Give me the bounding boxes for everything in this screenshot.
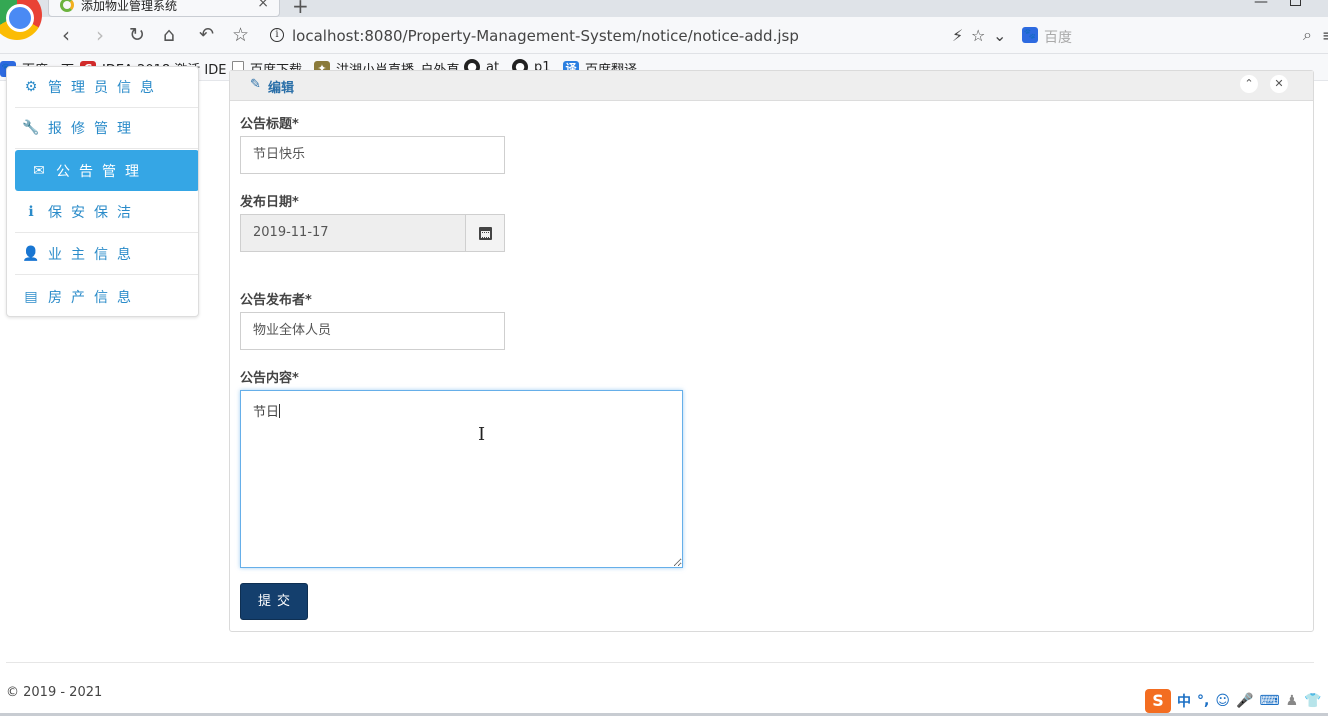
tab-close-button[interactable]: ×	[257, 0, 269, 11]
tab-favicon-icon	[60, 0, 74, 12]
address-bar[interactable]: localhost:8080/Property-Management-Syste…	[292, 27, 799, 45]
chevron-down-icon[interactable]: ⌄	[993, 26, 1006, 45]
calendar-icon	[478, 226, 492, 240]
title-input[interactable]: 节日快乐	[240, 136, 505, 174]
keyboard-icon[interactable]: ⌨	[1259, 693, 1279, 709]
envelope-icon: ✉	[33, 162, 45, 179]
home-icon[interactable]: ⌂	[163, 23, 175, 47]
browser-toolbar: ‹ › ↻ ⌂ ↶ ☆ i localhost:8080/Property-Ma…	[0, 17, 1328, 54]
sidebar-item-label: 业主信息	[48, 247, 140, 263]
baidu-search-icon: 🐾	[1022, 27, 1038, 43]
info-circle-icon: ℹ	[28, 204, 34, 220]
bookmarks-overlay	[0, 54, 1328, 81]
search-box[interactable]: 🐾 百度 ⌕	[1016, 23, 1316, 49]
footer-copyright: © 2019 - 2021	[6, 685, 103, 700]
list-icon: ▤	[24, 288, 38, 305]
sidebar-item-security[interactable]: ℹ 保安保洁	[15, 192, 198, 233]
sidebar-item-label: 房产信息	[48, 289, 140, 306]
star-bookmark-icon[interactable]: ☆	[232, 23, 249, 47]
submit-button[interactable]: 提交	[240, 583, 308, 620]
sogou-logo-icon[interactable]: S	[1145, 689, 1171, 713]
content-text: 节日	[253, 405, 280, 420]
lightning-icon[interactable]: ⚡	[952, 26, 963, 45]
sidebar-item-notice[interactable]: ✉ 公告管理	[15, 150, 198, 191]
content-textarea[interactable]: 节日	[240, 390, 683, 568]
gear-icon: ⚙	[24, 79, 38, 95]
reload-icon[interactable]: ↻	[129, 23, 145, 47]
site-info-icon[interactable]: i	[270, 28, 284, 42]
ime-toolbar: S 中 °, ☺ 🎤 ⌨ ♟ 👕	[1145, 688, 1322, 714]
window-maximize-button[interactable]	[1290, 0, 1301, 6]
settings-shirt-icon[interactable]: 👕	[1304, 693, 1321, 709]
sidebar-item-label: 保安保洁	[48, 205, 140, 221]
tab-title: 添加物业管理系统	[81, 0, 178, 13]
window-minimize-button[interactable]: —	[1254, 0, 1268, 10]
skin-icon[interactable]: ♟	[1286, 693, 1299, 709]
sidebar: ⚙ 管理员信息 🔧 报修管理 ✉ 公告管理 ℹ 保安保洁 👤 业主信息 ▤ 房产…	[6, 66, 199, 317]
content-label: 公告内容*	[240, 371, 299, 386]
undo-icon[interactable]: ↶	[199, 23, 214, 47]
sidebar-item-repair[interactable]: 🔧 报修管理	[15, 108, 198, 149]
user-icon: 👤	[22, 246, 40, 262]
forward-icon[interactable]: ›	[96, 23, 104, 47]
search-placeholder: 百度	[1044, 30, 1072, 46]
publisher-label: 公告发布者*	[240, 293, 312, 308]
title-label: 公告标题*	[240, 117, 299, 132]
favorite-star-icon[interactable]: ☆	[971, 26, 985, 45]
back-icon[interactable]: ‹	[62, 23, 70, 47]
ime-language-toggle[interactable]: 中	[1177, 691, 1191, 711]
sidebar-item-label: 报修管理	[48, 121, 140, 137]
text-caret	[279, 404, 281, 418]
emoji-icon[interactable]: ☺	[1215, 693, 1230, 709]
publisher-input[interactable]: 物业全体人员	[240, 312, 505, 350]
browser-tab[interactable]: 添加物业管理系统 ×	[48, 0, 280, 17]
search-icon[interactable]: ⌕	[1303, 25, 1312, 45]
sidebar-item-owner[interactable]: 👤 业主信息	[15, 234, 198, 275]
sidebar-item-property[interactable]: ▤ 房产信息	[15, 276, 198, 316]
browser-tab-strip: 添加物业管理系统 × + —	[0, 0, 1328, 18]
microphone-icon[interactable]: 🎤	[1236, 693, 1253, 709]
ibeam-cursor-icon: I	[478, 424, 486, 445]
date-label: 发布日期*	[240, 195, 299, 210]
wrench-icon: 🔧	[22, 120, 40, 136]
new-tab-button[interactable]: +	[292, 0, 309, 18]
date-input[interactable]: 2019-11-17	[240, 214, 466, 252]
footer-divider	[6, 662, 1314, 663]
menu-icon[interactable]: ≡	[1322, 26, 1328, 45]
calendar-button[interactable]	[465, 214, 505, 252]
sidebar-item-label: 公告管理	[56, 163, 148, 180]
punctuation-icon[interactable]: °,	[1197, 693, 1209, 709]
